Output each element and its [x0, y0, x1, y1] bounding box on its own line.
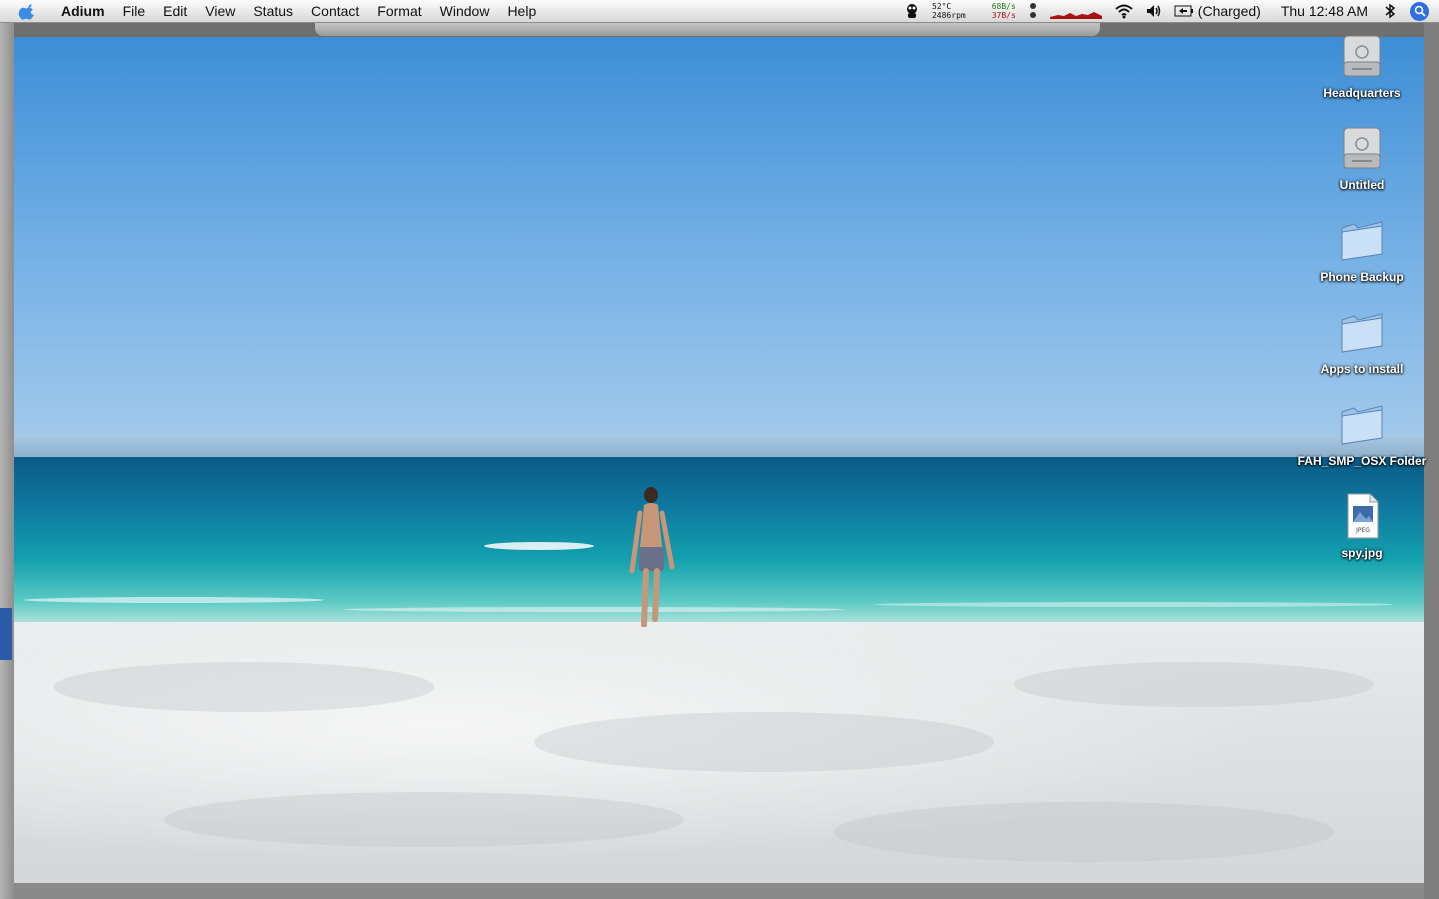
menu-extras: 52°C 2486rpm 68B/s 37B/s (Charged) Thu 1…	[898, 0, 1439, 22]
cpu-graph-icon[interactable]	[1049, 3, 1102, 19]
menu-edit[interactable]: Edit	[154, 0, 196, 22]
desktop-icon-label: Headquarters	[1323, 86, 1401, 100]
menu-view[interactable]: View	[196, 0, 244, 22]
jpeg-badge: JPEG	[1355, 527, 1370, 534]
folder-icon	[1341, 221, 1383, 261]
desktop-icon-apps-to-install[interactable]: Apps to install	[1296, 308, 1428, 378]
desktop-icon-label: FAH_SMP_OSX Folder	[1297, 454, 1427, 468]
temperature-monitor[interactable]: 52°C 2486rpm	[932, 2, 966, 20]
menu-clock[interactable]: Thu 12:48 AM	[1281, 3, 1368, 19]
desktop-icon-spy-jpg[interactable]: JPEG spy.jpg	[1296, 492, 1428, 562]
battery-status[interactable]: (Charged)	[1174, 3, 1261, 19]
desktop-icon-label: Phone Backup	[1320, 270, 1404, 284]
battery-label: (Charged)	[1197, 3, 1261, 19]
network-monitor[interactable]: 68B/s 37B/s	[992, 2, 1016, 20]
wallpaper-sea	[14, 457, 1424, 627]
desktop-icon-untitled[interactable]: Untitled	[1296, 124, 1428, 194]
apple-logo-icon[interactable]	[18, 1, 38, 21]
hard-drive-icon	[1343, 127, 1381, 169]
bluetooth-icon[interactable]	[1384, 3, 1396, 19]
collapsed-window-edge[interactable]	[315, 22, 1100, 36]
desktop-wallpaper	[14, 37, 1424, 883]
menu-contact[interactable]: Contact	[302, 0, 368, 22]
person-walking-figure	[629, 487, 675, 627]
battery-icon	[1174, 5, 1193, 17]
desktop-icon-phone-backup[interactable]: Phone Backup	[1296, 216, 1428, 286]
folder-icon	[1341, 405, 1383, 445]
wifi-icon[interactable]	[1114, 3, 1134, 19]
desktop-icon-label: Untitled	[1339, 178, 1385, 192]
desktop-icon-fah-folder[interactable]: FAH_SMP_OSX Folder	[1296, 400, 1428, 470]
fan-speed-readout: 2486rpm	[931, 11, 966, 20]
network-down-readout: 37B/s	[991, 11, 1016, 20]
background-window-bottom-edge	[14, 883, 1424, 899]
menu-window[interactable]: Window	[431, 0, 499, 22]
app-menu[interactable]: Adium	[52, 0, 114, 22]
menu-status[interactable]: Status	[244, 0, 302, 22]
wallpaper-sand	[14, 622, 1424, 883]
activity-dots-icon[interactable]	[1028, 2, 1038, 20]
folder-icon	[1341, 313, 1383, 353]
desktop-icon-label: Apps to install	[1320, 362, 1404, 376]
desktop-icon-label: spy.jpg	[1341, 546, 1383, 560]
hard-drive-icon	[1343, 35, 1381, 77]
menu-format[interactable]: Format	[368, 0, 430, 22]
jpeg-file-icon: JPEG	[1347, 493, 1379, 539]
menu-file[interactable]: File	[114, 0, 155, 22]
network-up-readout: 68B/s	[991, 2, 1016, 11]
menu-help[interactable]: Help	[498, 0, 545, 22]
spotlight-icon[interactable]	[1410, 1, 1429, 21]
wallpaper-horizon	[14, 435, 1424, 457]
temperature-readout: 52°C	[931, 2, 952, 11]
menu-bar: Adium File Edit View Status Contact Form…	[0, 0, 1439, 23]
volume-icon[interactable]	[1146, 3, 1162, 19]
background-window-left-edge	[0, 23, 14, 899]
adium-status-icon[interactable]	[904, 3, 920, 19]
window-selection-edge	[0, 608, 12, 660]
desktop-icon-headquarters[interactable]: Headquarters	[1296, 32, 1428, 102]
wallpaper-sky	[14, 37, 1424, 457]
